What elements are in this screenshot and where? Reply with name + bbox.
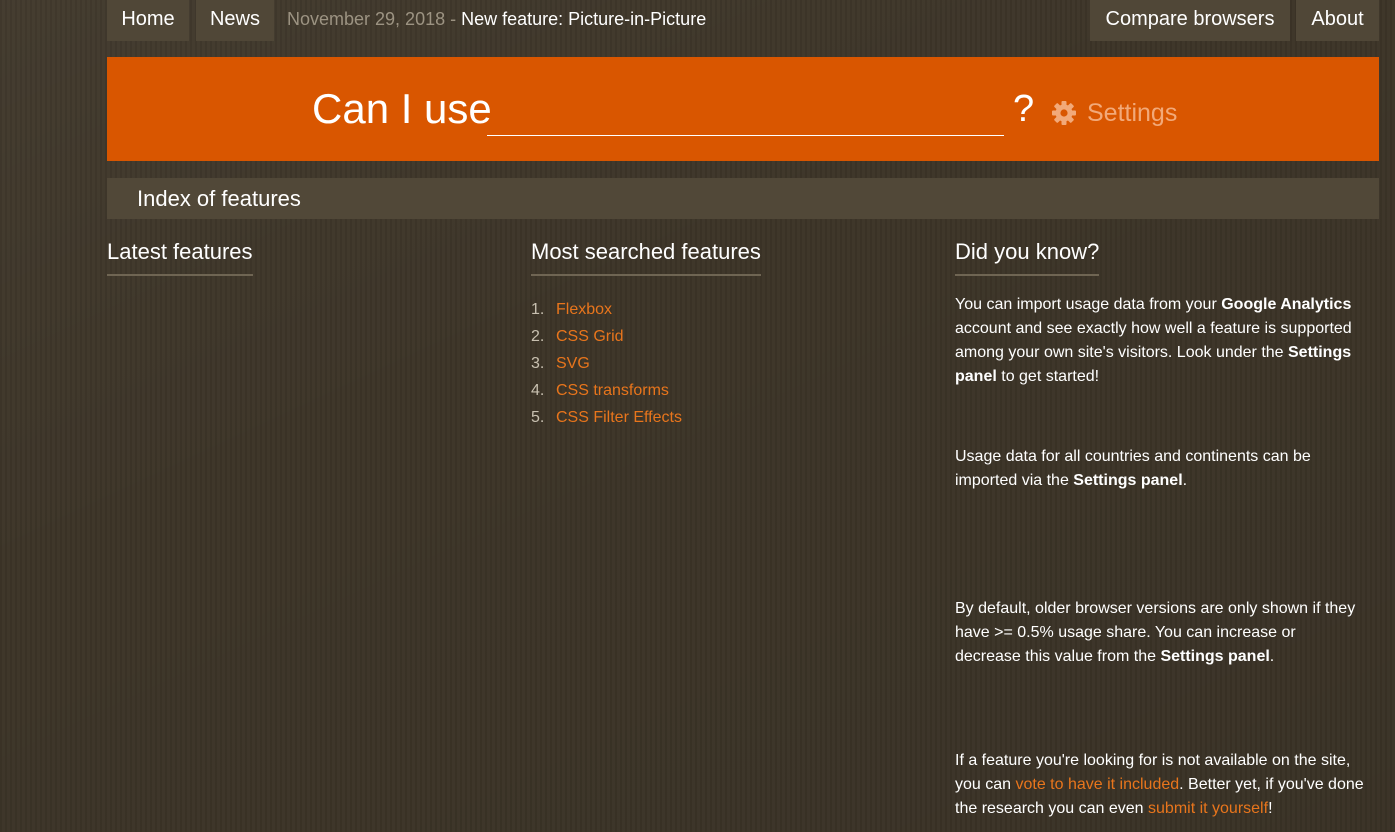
index-of-features-label: Index of features	[137, 186, 301, 211]
list-item-number: 2.	[531, 328, 545, 345]
did-you-know-heading: Did you know?	[955, 236, 1100, 276]
list-item-number: 1.	[531, 301, 545, 318]
search-input[interactable]	[487, 88, 1004, 136]
list-item-number: 3.	[531, 355, 545, 372]
index-of-features-bar[interactable]: Index of features	[107, 178, 1379, 219]
nav-home-button[interactable]: Home	[107, 0, 189, 41]
tip-bold: Settings panel	[1073, 472, 1183, 489]
search-label: Can I use	[312, 85, 492, 132]
feature-link-svg[interactable]: SVG	[556, 355, 590, 372]
search-banner: Can I use ? Settings	[107, 57, 1379, 161]
most-searched-heading: Most searched features	[531, 236, 761, 276]
news-date: November 29, 2018	[287, 9, 446, 29]
tip-bold: Google Analytics	[1221, 296, 1352, 313]
tip-vote-feature: If a feature you're looking for is not a…	[955, 749, 1365, 821]
settings-label: Settings	[1087, 98, 1178, 127]
list-item: 2. CSS Grid	[531, 323, 911, 350]
settings-button[interactable]: Settings	[1051, 95, 1177, 131]
feature-link-css-filter-effects[interactable]: CSS Filter Effects	[556, 409, 682, 426]
list-item: 1. Flexbox	[531, 296, 911, 323]
most-searched-list: 1. Flexbox 2. CSS Grid 3. SVG 4. CSS transfo…	[531, 296, 911, 431]
feature-link-flexbox[interactable]: Flexbox	[556, 301, 612, 318]
nav-news-button[interactable]: News	[196, 0, 274, 41]
tip-text: .	[1182, 472, 1188, 489]
submit-link[interactable]: submit it yourself	[1148, 800, 1268, 817]
feature-link-css-grid[interactable]: CSS Grid	[556, 328, 624, 345]
feature-link-css-transforms[interactable]: CSS transforms	[556, 382, 669, 399]
tip-text: !	[1268, 800, 1273, 817]
list-item: 5. CSS Filter Effects	[531, 404, 911, 431]
top-navigation: Home News November 29, 2018 - New featur…	[0, 0, 1395, 41]
tip-text: You can import usage data from your	[955, 296, 1222, 313]
nav-compare-browsers-button[interactable]: Compare browsers	[1090, 0, 1290, 41]
list-item: 4. CSS transforms	[531, 377, 911, 404]
tip-bold: Settings panel	[1160, 648, 1270, 665]
vote-link[interactable]: vote to have it included	[1015, 776, 1179, 793]
did-you-know-column: Did you know? You can import usage data …	[955, 236, 1365, 817]
most-searched-column: Most searched features 1. Flexbox 2. CSS G…	[531, 236, 911, 431]
gear-icon	[1051, 100, 1077, 126]
news-headline-link[interactable]: New feature: Picture-in-Picture	[461, 9, 706, 29]
tip-older-versions: By default, older browser versions are o…	[955, 597, 1365, 669]
tip-text: .	[1269, 648, 1275, 665]
list-item-number: 4.	[531, 382, 545, 399]
list-item: 3. SVG	[531, 350, 911, 377]
tip-text: By default, older browser versions are o…	[955, 600, 1356, 665]
tip-text: to get started!	[996, 368, 1100, 385]
list-item-number: 5.	[531, 409, 545, 426]
latest-features-heading: Latest features	[107, 236, 253, 276]
latest-features-column: Latest features	[107, 236, 487, 276]
question-mark: ?	[1013, 88, 1035, 130]
news-separator: -	[445, 9, 462, 29]
tip-usage-data: Usage data for all countries and contine…	[955, 445, 1365, 493]
nav-about-button[interactable]: About	[1296, 0, 1379, 41]
tip-google-analytics: You can import usage data from your Goog…	[955, 293, 1365, 389]
news-ticker: November 29, 2018 - New feature: Picture…	[287, 0, 706, 41]
